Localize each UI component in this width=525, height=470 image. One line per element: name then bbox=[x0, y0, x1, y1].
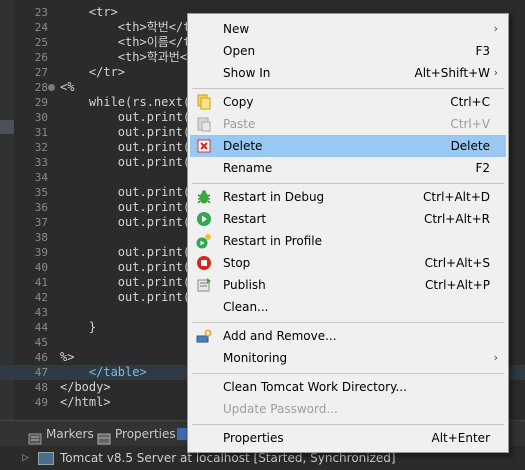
menu-item-show-in[interactable]: Show In Alt+Shift+W › bbox=[190, 62, 506, 84]
add-remove-icon bbox=[196, 328, 212, 344]
stop-icon bbox=[196, 255, 212, 271]
profile-icon bbox=[196, 233, 212, 249]
line-number: 23 bbox=[34, 6, 48, 19]
publish-icon bbox=[196, 277, 212, 293]
context-menu: New › Open F3 Show In Alt+Shift+W › Copy… bbox=[187, 13, 509, 453]
line-number: 47 bbox=[34, 366, 48, 379]
menu-item-restart-profile[interactable]: Restart in Profile bbox=[190, 230, 506, 252]
menu-item-monitoring[interactable]: Monitoring › bbox=[190, 347, 506, 369]
line-number: 32 bbox=[34, 141, 48, 154]
fold-toggle-icon[interactable] bbox=[48, 84, 55, 91]
code-text: out.print( bbox=[60, 140, 191, 154]
line-number: 40 bbox=[34, 261, 48, 274]
code-text: out.print( bbox=[60, 215, 191, 229]
code-text: out.print( bbox=[60, 125, 191, 139]
expand-arrow-icon[interactable]: ▷ bbox=[22, 453, 34, 463]
menu-item-add-remove[interactable]: Add and Remove... bbox=[190, 325, 506, 347]
code-text: out.print( bbox=[60, 275, 191, 289]
menu-item-stop[interactable]: Stop Ctrl+Alt+S bbox=[190, 252, 506, 274]
menu-item-delete[interactable]: Delete Delete bbox=[190, 135, 506, 157]
line-number: 31 bbox=[34, 126, 48, 139]
menu-item-update-password: Update Password... bbox=[223, 402, 338, 416]
line-number: 38 bbox=[34, 231, 48, 244]
line-number: 33 bbox=[34, 156, 48, 169]
line-number: 25 bbox=[34, 36, 48, 49]
code-text: } bbox=[60, 320, 97, 334]
code-text: <th>학번</th> bbox=[60, 20, 205, 34]
code-text: </table> bbox=[60, 365, 147, 379]
line-number: 43 bbox=[34, 306, 48, 319]
code-text: <% bbox=[60, 80, 75, 94]
line-number: 30 bbox=[34, 111, 48, 124]
line-number: 34 bbox=[34, 171, 48, 184]
tab-properties[interactable]: Properties bbox=[97, 421, 176, 447]
code-text: </tr> bbox=[60, 65, 126, 79]
line-number: 28 bbox=[34, 81, 48, 94]
line-number: 49 bbox=[34, 396, 48, 409]
markers-icon bbox=[28, 428, 42, 445]
menu-item-properties[interactable]: Properties Alt+Enter bbox=[190, 427, 506, 449]
code-text: while(rs.next( bbox=[60, 95, 191, 109]
submenu-arrow-icon: › bbox=[493, 66, 498, 79]
line-number: 36 bbox=[34, 201, 48, 214]
line-number: 39 bbox=[34, 246, 48, 259]
menu-separator bbox=[192, 322, 504, 323]
code-text: out.print( bbox=[60, 200, 191, 214]
menu-item-restart-debug[interactable]: Restart in Debug Ctrl+Alt+D bbox=[190, 186, 506, 208]
server-label: Tomcat v8.5 Server at localhost [Started… bbox=[60, 451, 396, 465]
menu-item-rename[interactable]: Rename F2 bbox=[190, 157, 506, 179]
properties-icon bbox=[97, 428, 111, 445]
code-text: <th>이름</th> bbox=[60, 35, 205, 49]
line-number: 42 bbox=[34, 291, 48, 304]
submenu-arrow-icon: › bbox=[493, 351, 498, 364]
bug-icon bbox=[196, 189, 212, 205]
code-text: out.print( bbox=[60, 245, 191, 259]
menu-item-open[interactable]: Open F3 bbox=[190, 40, 506, 62]
line-number: 45 bbox=[34, 336, 48, 349]
code-text: out.print( bbox=[60, 110, 191, 124]
paste-icon bbox=[196, 116, 212, 132]
menu-item-clean[interactable]: Clean... bbox=[190, 296, 506, 318]
menu-item-copy[interactable]: Copy Ctrl+C bbox=[190, 91, 506, 113]
code-text: <tr> bbox=[60, 5, 118, 19]
submenu-arrow-icon: › bbox=[493, 22, 498, 35]
code-text: out.print( bbox=[60, 155, 191, 169]
tomcat-server-icon bbox=[38, 451, 54, 465]
menu-separator bbox=[192, 373, 504, 374]
line-number: 48 bbox=[34, 381, 48, 394]
line-number: 29 bbox=[34, 96, 48, 109]
tab-markers-label: Markers bbox=[46, 427, 94, 441]
line-number: 37 bbox=[34, 216, 48, 229]
menu-item-paste: Paste Ctrl+V bbox=[190, 113, 506, 135]
code-text: out.print( bbox=[60, 185, 191, 199]
line-number: 24 bbox=[34, 21, 48, 34]
code-text: out.print( bbox=[60, 290, 191, 304]
line-number: 35 bbox=[34, 186, 48, 199]
menu-item-new[interactable]: New › bbox=[190, 18, 506, 40]
line-number: 26 bbox=[34, 51, 48, 64]
line-number: 27 bbox=[34, 66, 48, 79]
menu-separator bbox=[192, 424, 504, 425]
copy-icon bbox=[196, 94, 212, 110]
line-number: 44 bbox=[34, 321, 48, 334]
line-number: 41 bbox=[34, 276, 48, 289]
run-icon bbox=[196, 211, 212, 227]
menu-separator bbox=[192, 88, 504, 89]
code-text: </body> bbox=[60, 380, 111, 394]
line-number: 46 bbox=[34, 351, 48, 364]
menu-item-clean-tomcat[interactable]: Clean Tomcat Work Directory... bbox=[190, 376, 506, 398]
delete-icon bbox=[196, 138, 212, 154]
code-text: </html> bbox=[60, 395, 111, 409]
menu-separator bbox=[192, 183, 504, 184]
menu-item-restart[interactable]: Restart Ctrl+Alt+R bbox=[190, 208, 506, 230]
code-text: out.print( bbox=[60, 260, 191, 274]
menu-item-publish[interactable]: Publish Ctrl+Alt+P bbox=[190, 274, 506, 296]
code-text: %> bbox=[60, 350, 75, 364]
tab-properties-label: Properties bbox=[115, 427, 176, 441]
tab-markers[interactable]: Markers bbox=[28, 421, 94, 447]
